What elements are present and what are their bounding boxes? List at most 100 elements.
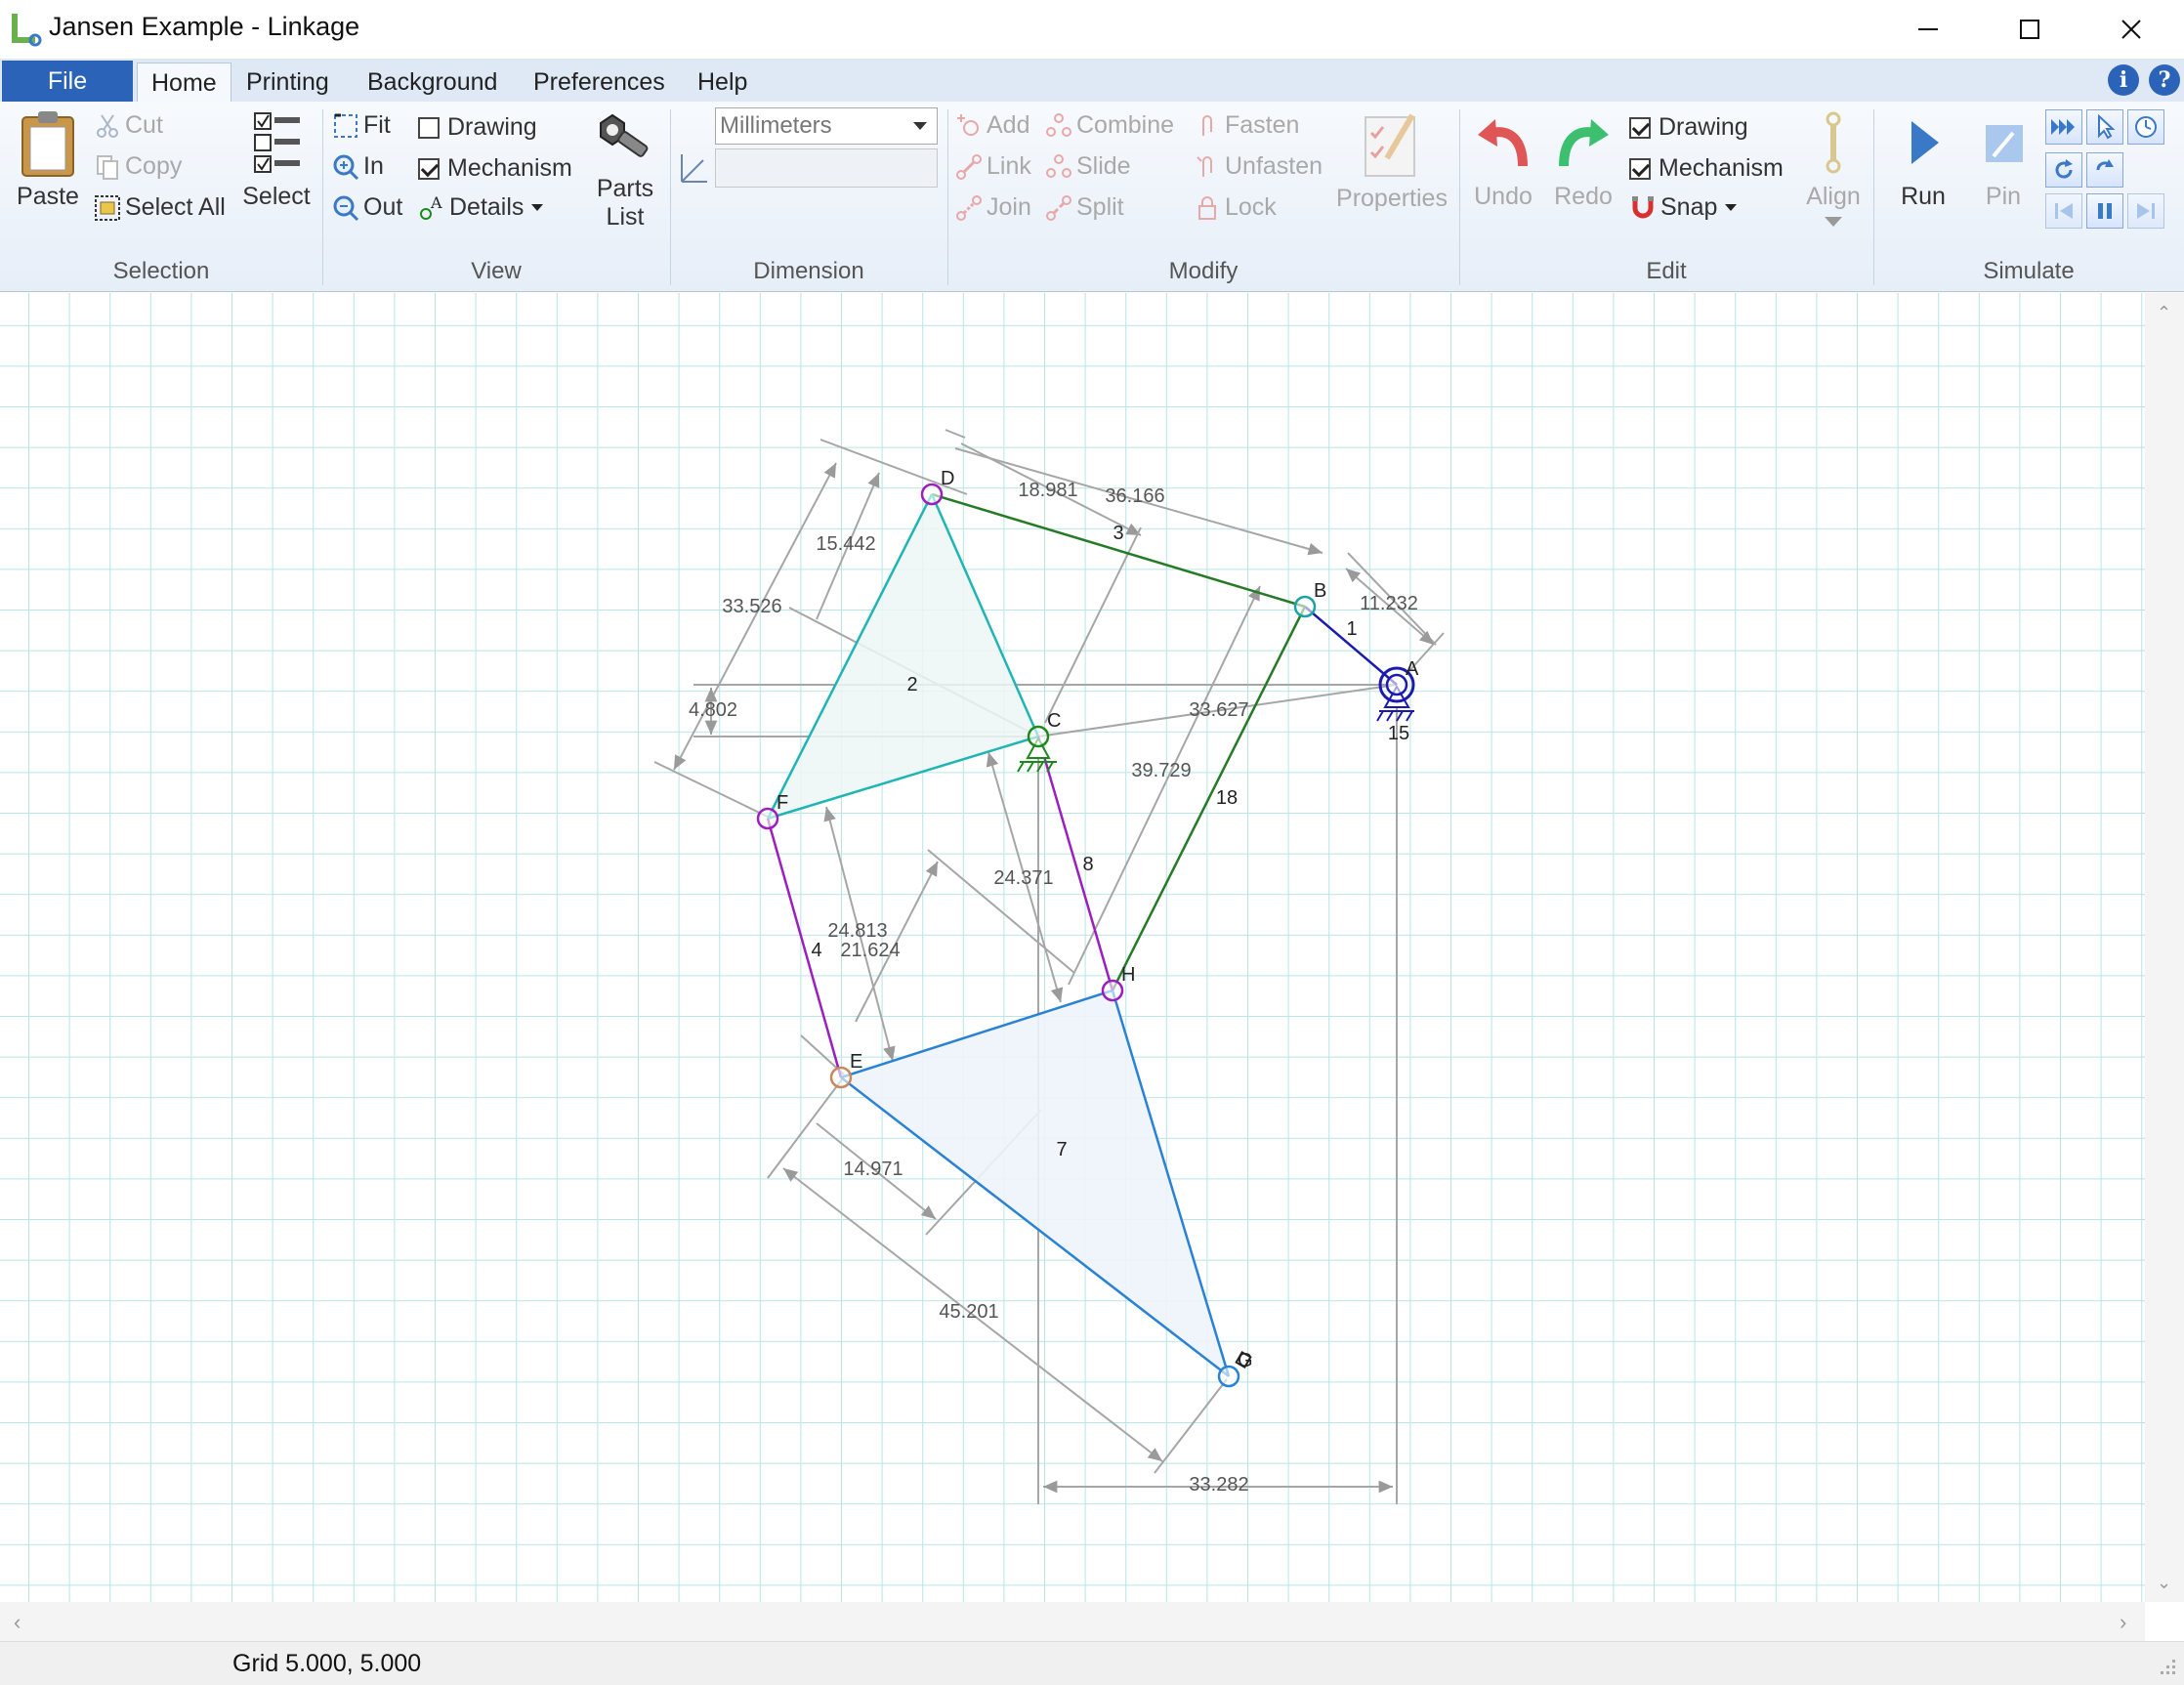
about-info-icon[interactable]: i: [2108, 64, 2139, 96]
chevron-down-icon: [531, 204, 544, 211]
details-label: Details: [449, 193, 525, 221]
rotate-ccw-button[interactable]: [2045, 152, 2082, 188]
properties-label: Properties: [1336, 185, 1448, 212]
joint-G[interactable]: [1217, 1365, 1240, 1388]
scroll-down-icon[interactable]: ⌄: [2157, 1573, 2171, 1593]
dimension-label: 18.981: [1018, 480, 1077, 501]
zoom-out-button[interactable]: Out: [332, 193, 402, 222]
undo-button[interactable]: Undo: [1471, 109, 1535, 211]
joint-label: C: [1047, 710, 1061, 732]
minimize-icon: [1918, 28, 1938, 30]
joint-B[interactable]: [1293, 595, 1317, 618]
magnet-icon: [1632, 195, 1654, 218]
tab-home[interactable]: Home: [137, 63, 231, 103]
rotate-cw-button[interactable]: [2086, 152, 2123, 188]
dimension-group-label: Dimension: [753, 258, 864, 284]
fasten-button[interactable]: Fasten: [1194, 111, 1299, 140]
resize-grip-icon[interactable]: [2155, 1656, 2178, 1679]
link-icon: [956, 153, 982, 180]
fast-forward-button[interactable]: [2045, 109, 2082, 145]
tab-help[interactable]: Help: [684, 63, 761, 102]
split-label: Split: [1076, 193, 1124, 221]
linkage-app-window: Jansen Example - Linkage File Home Print…: [0, 0, 2184, 1685]
cut-button[interactable]: Cut: [94, 111, 163, 140]
help-question-icon[interactable]: ?: [2149, 64, 2180, 96]
copy-button[interactable]: Copy: [94, 152, 182, 181]
view-mechanism-checkbox[interactable]: Mechanism: [418, 154, 572, 183]
split-button[interactable]: Split: [1045, 193, 1124, 222]
tab-preferences[interactable]: Preferences: [520, 63, 679, 102]
paperclip-icon: [1202, 114, 1212, 136]
edit-mechanism-checkbox[interactable]: Mechanism: [1629, 154, 1784, 183]
tab-background[interactable]: Background: [354, 63, 511, 102]
linkage-app-icon: [12, 14, 42, 47]
properties-button[interactable]: Properties: [1334, 109, 1449, 213]
select-button[interactable]: Select: [240, 109, 313, 211]
align-icon: [1826, 111, 1841, 174]
slide-button[interactable]: Slide: [1045, 152, 1131, 181]
unfasten-icon: [1197, 155, 1212, 177]
joint-E[interactable]: [829, 1066, 853, 1089]
selection-group-label: Selection: [112, 258, 210, 284]
run-label: Run: [1901, 183, 1946, 210]
zoom-fit-button[interactable]: Fit: [332, 111, 391, 140]
step-back-button[interactable]: [2045, 193, 2082, 229]
pin-icon: [1986, 125, 2023, 162]
add-button[interactable]: Add: [955, 111, 1029, 140]
lock-label: Lock: [1225, 193, 1277, 221]
unfasten-button[interactable]: Unfasten: [1194, 152, 1323, 181]
align-dropdown[interactable]: Align: [1799, 109, 1868, 227]
scroll-up-icon[interactable]: ⌃: [2157, 303, 2171, 323]
parts-list-label-2: List: [606, 203, 645, 231]
units-dropdown[interactable]: Millimeters: [715, 107, 938, 145]
minimize-button[interactable]: [1877, 0, 1979, 59]
scroll-left-icon[interactable]: ‹: [14, 1610, 21, 1635]
view-drawing-checkbox[interactable]: Drawing: [418, 113, 537, 142]
pin-button[interactable]: Pin: [1969, 109, 2037, 211]
pause-button[interactable]: [2086, 193, 2123, 229]
joint-A[interactable]: [1385, 673, 1408, 696]
timer-button[interactable]: [2127, 109, 2164, 145]
menu-bar: File Home Printing Background Preference…: [0, 59, 2184, 103]
redo-arrow-icon: [1559, 119, 1609, 167]
joint-label: B: [1314, 580, 1326, 602]
vertical-scrollbar[interactable]: ⌃ ⌄: [2145, 293, 2184, 1602]
link-label: 8: [1082, 854, 1093, 875]
joint-D[interactable]: [920, 483, 944, 506]
select-all-button[interactable]: Select All: [94, 193, 226, 222]
zoom-in-button[interactable]: In: [332, 152, 384, 181]
fast-forward-icon: [2051, 119, 2075, 135]
mechanism-drawing: D B A C F H E G 1 2 3 4 7 8 15 18 18.981 36.166 15.442 33…: [0, 293, 2145, 1602]
joint-label: H: [1121, 964, 1135, 986]
tab-printing[interactable]: Printing: [232, 63, 343, 102]
file-menu[interactable]: File: [2, 61, 133, 102]
lock-button[interactable]: Lock: [1194, 193, 1277, 222]
joint-label: A: [1406, 658, 1419, 680]
scroll-right-icon[interactable]: ›: [2120, 1610, 2126, 1635]
link-button[interactable]: Link: [955, 152, 1031, 181]
joint-F[interactable]: [756, 807, 779, 830]
pointer-mode-button[interactable]: [2086, 109, 2123, 145]
dimension-axis-icon: [681, 154, 707, 183]
fit-icon: [334, 113, 357, 138]
maximize-button[interactable]: [1979, 0, 2080, 59]
run-button[interactable]: Run: [1889, 109, 1957, 211]
details-dropdown[interactable]: A Details: [418, 193, 544, 222]
horizontal-scrollbar[interactable]: ‹ ›: [0, 1602, 2145, 1641]
snap-dropdown[interactable]: Snap: [1629, 193, 1738, 222]
redo-button[interactable]: Redo: [1551, 109, 1616, 211]
dimension-value-input[interactable]: [715, 148, 938, 188]
edit-drawing-checkbox[interactable]: Drawing: [1629, 113, 1748, 142]
joint-C[interactable]: [1027, 725, 1050, 748]
joint-H[interactable]: [1101, 979, 1124, 1002]
view-mechanism-check: [418, 157, 440, 180]
parts-list-button[interactable]: Parts List: [586, 109, 664, 232]
paste-button[interactable]: Paste: [12, 109, 84, 211]
mechanism-canvas[interactable]: D B A C F H E G 1 2 3 4 7 8 15 18 18.981 36.166 15.442 33…: [0, 293, 2145, 1602]
ribbon: Paste Cut Copy Select All Select Selecti…: [0, 102, 2184, 292]
step-forward-button[interactable]: [2127, 193, 2164, 229]
close-button[interactable]: [2080, 0, 2182, 59]
svg-text:A: A: [430, 194, 442, 212]
combine-button[interactable]: Combine: [1045, 111, 1174, 140]
join-button[interactable]: Join: [955, 193, 1031, 222]
